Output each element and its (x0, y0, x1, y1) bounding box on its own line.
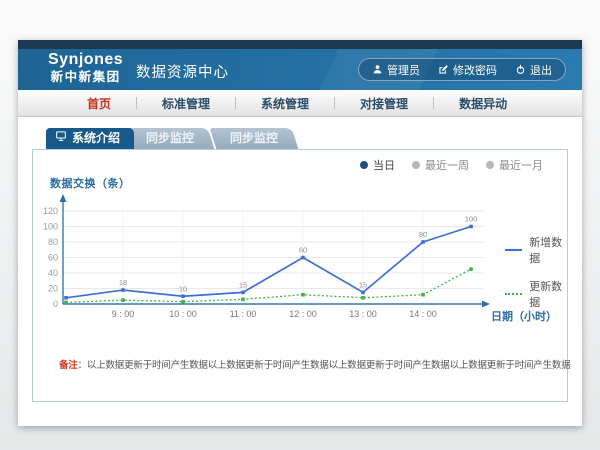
edit-icon (438, 64, 449, 75)
svg-text:15: 15 (359, 280, 367, 289)
legend-item-updated-data[interactable]: 更新数据 (505, 278, 567, 310)
tab-sync-monitor-1[interactable]: 同步监控 (126, 128, 215, 149)
radio-last-week[interactable]: 最近一周 (412, 157, 469, 173)
svg-text:120: 120 (43, 206, 58, 216)
header-bar: Synjones 新中新集团 数据资源中心 管理员 修改密码 退出 (18, 49, 582, 90)
logout-label: 退出 (530, 62, 552, 78)
logo: Synjones 新中新集团 (48, 52, 123, 84)
tab-label: 同步监控 (146, 128, 194, 149)
svg-text:100: 100 (43, 222, 58, 232)
svg-text:12 : 00: 12 : 00 (289, 309, 317, 319)
legend-label: 更新数据 (529, 278, 567, 310)
svg-text:60: 60 (299, 246, 307, 255)
dotted-line-swatch-icon (505, 293, 522, 295)
radio-dot-icon (486, 161, 494, 169)
radio-label: 最近一周 (425, 157, 469, 173)
svg-text:10 : 00: 10 : 00 (169, 309, 197, 319)
admin-user-button[interactable]: 管理员 (363, 62, 429, 78)
footnote-text: ：以上数据更新于时间产生数据以上数据更新于时间产生数据以上数据更新于时间产生数据… (78, 360, 571, 371)
svg-text:0: 0 (53, 299, 58, 309)
svg-text:80: 80 (419, 230, 427, 239)
svg-text:9 : 00: 9 : 00 (112, 309, 135, 319)
chart-legend: 新增数据 更新数据 (505, 234, 567, 322)
footnote: 备注：以上数据更新于时间产生数据以上数据更新于时间产生数据以上数据更新于时间产生… (59, 357, 571, 371)
logo-company: 新中新集团 (48, 71, 123, 84)
top-strip (18, 40, 582, 49)
svg-text:11 : 00: 11 : 00 (230, 309, 257, 319)
svg-text:20: 20 (48, 284, 58, 294)
svg-text:10: 10 (179, 284, 187, 293)
series-line-0 (66, 227, 471, 298)
nav-item-data-change[interactable]: 数据异动 (434, 95, 532, 112)
document-icon (55, 128, 67, 149)
legend-item-new-data[interactable]: 新增数据 (505, 234, 567, 266)
radio-today[interactable]: 当日 (360, 157, 395, 173)
nav-item-interface-mgmt[interactable]: 对接管理 (335, 95, 433, 112)
app-window: Synjones 新中新集团 数据资源中心 管理员 修改密码 退出 (18, 40, 582, 426)
svg-text:80: 80 (48, 237, 58, 247)
change-password-label: 修改密码 (453, 62, 497, 78)
nav-item-system-mgmt[interactable]: 系统管理 (236, 95, 334, 112)
time-range-filter: 当日 最近一周 最近一月 (360, 157, 543, 173)
line-chart: 0 20 40 60 80 100 120 9 : 00 10 : 00 11 : 00 12 : … (33, 188, 493, 338)
logout-button[interactable]: 退出 (506, 62, 561, 78)
main-nav: 首页 标准管理 系统管理 对接管理 数据异动 (18, 90, 582, 117)
change-password-button[interactable]: 修改密码 (429, 62, 506, 78)
radio-label: 最近一月 (499, 157, 543, 173)
svg-text:15: 15 (239, 280, 247, 289)
radio-dot-icon (412, 161, 420, 169)
nav-item-standard-mgmt[interactable]: 标准管理 (137, 95, 235, 112)
svg-text:60: 60 (48, 253, 58, 263)
svg-text:18: 18 (119, 278, 127, 287)
legend-label: 新增数据 (529, 234, 567, 266)
chart-panel: 当日 最近一周 最近一月 数据交换（条） 0204060801001209 : … (32, 149, 568, 402)
tab-bar: 系统介绍 同步监控 同步监控 (46, 128, 582, 149)
radio-label: 当日 (373, 157, 395, 173)
radio-dot-icon (360, 161, 368, 169)
tab-label: 同步监控 (230, 128, 278, 149)
svg-text:40: 40 (48, 268, 58, 278)
user-toolbar: 管理员 修改密码 退出 (358, 58, 566, 81)
tab-sync-monitor-2[interactable]: 同步监控 (210, 128, 299, 149)
svg-text:100: 100 (465, 215, 478, 224)
footnote-label: 备注 (59, 360, 78, 371)
user-icon (372, 64, 383, 75)
tab-label: 系统介绍 (72, 128, 120, 149)
radio-last-month[interactable]: 最近一月 (486, 157, 543, 173)
logo-brand: Synjones (48, 52, 123, 68)
svg-text:14 : 00: 14 : 00 (409, 309, 437, 319)
page-title: 数据资源中心 (136, 61, 229, 82)
power-icon (515, 64, 526, 75)
solid-line-swatch-icon (505, 249, 522, 251)
nav-item-home[interactable]: 首页 (62, 95, 136, 112)
tab-system-intro[interactable]: 系统介绍 (46, 128, 134, 149)
svg-text:13 : 00: 13 : 00 (349, 309, 377, 319)
user-name-label: 管理员 (387, 62, 420, 78)
